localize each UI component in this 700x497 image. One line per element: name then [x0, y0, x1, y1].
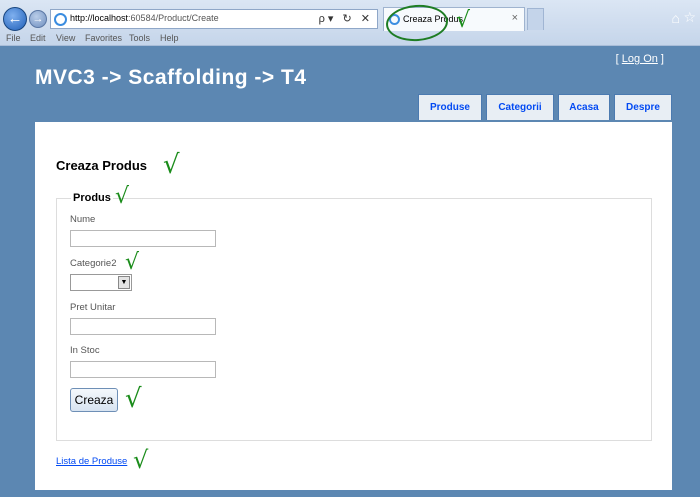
menu-file[interactable]: File — [6, 33, 21, 43]
categorie2-select[interactable]: ▼ — [70, 274, 132, 291]
menu-help[interactable]: Help — [160, 33, 179, 43]
address-url: http://localhost:60584/Product/Create — [70, 13, 219, 23]
nav-tab-despre[interactable]: Despre — [614, 94, 672, 120]
page-title: Creaza Produs — [56, 158, 148, 173]
menu-tools[interactable]: Tools — [129, 33, 150, 43]
address-bar[interactable]: http://localhost:60584/Product/Create ρ▾… — [50, 9, 378, 29]
annotation-check-icon: √ — [125, 384, 142, 414]
annotation-check-icon: √ — [163, 150, 180, 180]
annotation-check-icon: √ — [456, 8, 471, 33]
menu-view[interactable]: View — [56, 33, 75, 43]
favorites-star-icon[interactable]: ☆ — [683, 9, 696, 26]
nav-tab-categorii[interactable]: Categorii — [486, 94, 554, 120]
back-to-list-link[interactable]: Lista de Produse — [56, 456, 127, 467]
pret-unitar-input[interactable] — [70, 318, 216, 335]
new-tab-button[interactable] — [527, 8, 544, 30]
annotation-check-icon: √ — [133, 446, 149, 474]
label-categorie2: Categorie2 — [70, 258, 117, 269]
logon-display: [ Log On ] — [615, 53, 664, 65]
logon-link[interactable]: Log On — [622, 53, 658, 65]
nume-input[interactable] — [70, 230, 216, 247]
in-stoc-input[interactable] — [70, 361, 216, 378]
home-icon[interactable]: ⌂ — [672, 10, 680, 26]
ie-page-icon — [54, 13, 67, 26]
creaza-button[interactable]: Creaza — [70, 388, 118, 412]
site-title: MVC3 -> Scaffolding -> T4 — [35, 66, 307, 89]
dropdown-arrow-icon[interactable]: ▼ — [118, 276, 130, 289]
label-in-stoc: In Stoc — [70, 345, 100, 356]
annotation-check-icon: √ — [125, 250, 140, 275]
fieldset-legend: Produs — [71, 192, 113, 204]
forward-arrow-icon[interactable]: → — [29, 10, 47, 28]
label-nume: Nume — [70, 214, 96, 225]
label-pret-unitar: Pret Unitar — [70, 302, 116, 313]
nav-tab-acasa[interactable]: Acasa — [558, 94, 610, 120]
nav-tab-produse[interactable]: Produse — [418, 94, 482, 120]
menu-favorites[interactable]: Favorites — [85, 33, 122, 43]
main-content: Creaza Produs √ Produs √ Nume Categorie2… — [35, 122, 672, 490]
address-tools[interactable]: ρ▾ ↻ ✕ — [319, 12, 373, 25]
tab-close-icon[interactable]: × — [512, 12, 518, 24]
back-arrow-icon[interactable]: ← — [3, 7, 27, 31]
annotation-check-icon: √ — [115, 184, 130, 209]
browser-toolbar: ← → http://localhost:60584/Product/Creat… — [0, 0, 700, 46]
menu-edit[interactable]: Edit — [30, 33, 46, 43]
